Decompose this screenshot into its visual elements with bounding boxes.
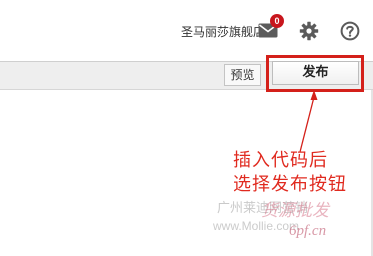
- watermark-url-secondary: 6pf.cn: [289, 223, 327, 239]
- gear-icon[interactable]: [299, 21, 319, 41]
- preview-button[interactable]: 预览: [224, 64, 261, 86]
- help-icon[interactable]: [340, 21, 360, 41]
- watermark-brand: 货源批发: [261, 201, 329, 221]
- watermark-url: www.Mollie.com: [213, 219, 300, 233]
- shop-name-link[interactable]: 圣马丽莎旗舰店: [181, 23, 265, 40]
- annotation-text-line2: 选择发布按钮: [233, 174, 347, 195]
- annotation-text-line1: 插入代码后: [233, 150, 328, 171]
- top-header: 圣马丽莎旗舰店 0: [0, 0, 373, 62]
- highlight-frame: [266, 55, 364, 92]
- unread-count-badge: 0: [270, 14, 284, 28]
